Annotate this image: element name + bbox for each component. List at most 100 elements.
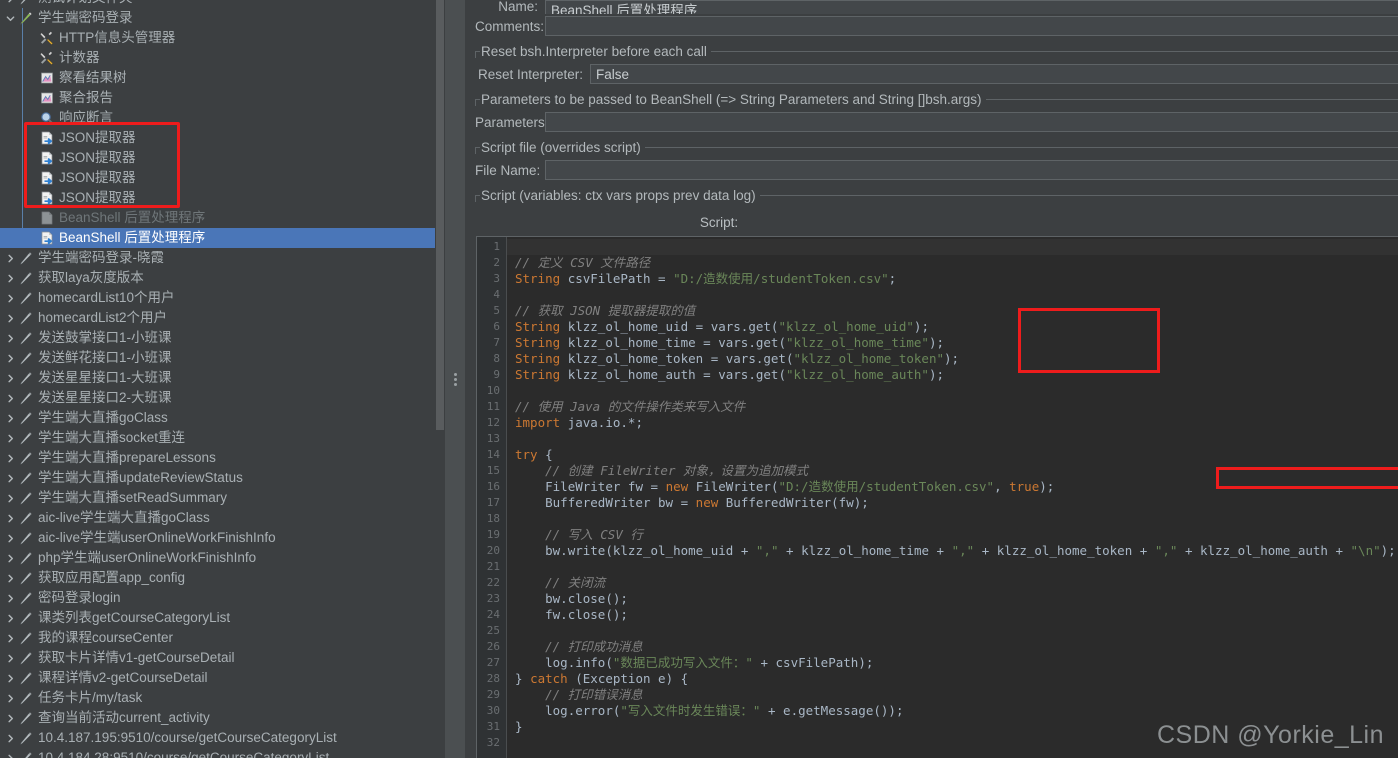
chevron-right-icon[interactable] <box>4 534 17 543</box>
parameters-input[interactable] <box>545 112 1398 132</box>
tree-row[interactable]: 学生端大直播goClass <box>0 408 444 428</box>
file-name-input[interactable] <box>545 160 1398 180</box>
pencil-icon <box>17 690 35 706</box>
tree-item-label: php学生端userOnlineWorkFinishInfo <box>38 550 257 565</box>
tree-row[interactable]: 10.4.187.195:9510/course/getCourseCatego… <box>0 728 444 748</box>
tree-scrollbar-thumb[interactable] <box>436 0 444 430</box>
tree-row[interactable]: BeanShell 后置处理程序 <box>0 208 444 228</box>
chevron-right-icon[interactable] <box>4 694 17 703</box>
line-number: 27 <box>486 656 500 669</box>
tree-row[interactable]: 计数器 <box>0 48 444 68</box>
chevron-right-icon[interactable] <box>4 734 17 743</box>
tree-row[interactable]: 学生端密码登录-晓霞 <box>0 248 444 268</box>
chevron-right-icon[interactable] <box>4 274 17 283</box>
tree-row[interactable]: 查询当前活动current_activity <box>0 708 444 728</box>
tree-row[interactable]: JSON提取器 <box>0 148 444 168</box>
reset-group-label: Reset bsh.Interpreter before each call <box>481 43 707 59</box>
tree-row[interactable]: 密码登录login <box>0 588 444 608</box>
chevron-right-icon[interactable] <box>4 454 17 463</box>
tree-row[interactable]: HTTP信息头管理器 <box>0 28 444 48</box>
chevron-right-icon[interactable] <box>4 434 17 443</box>
chevron-right-icon[interactable] <box>4 0 17 3</box>
chevron-right-icon[interactable] <box>4 354 17 363</box>
tree-row[interactable]: BeanShell 后置处理程序 <box>0 228 444 248</box>
chevron-right-icon[interactable] <box>4 474 17 483</box>
chevron-right-icon[interactable] <box>4 514 17 523</box>
editor-code-area[interactable]: // 定义 CSV 文件路径 String csvFilePath = "D:/造… <box>507 237 1398 758</box>
tree-row[interactable]: 学生端密码登录 <box>0 8 444 28</box>
tree-list[interactable]: 测试计划文件夹学生端密码登录 HTTP信息头管理器计数器察看结果树聚合报告响应断言… <box>0 0 444 758</box>
script-column-label: Script: <box>466 215 1398 235</box>
chevron-right-icon[interactable] <box>4 374 17 383</box>
reset-interpreter-input[interactable]: False <box>590 64 1398 84</box>
script-code-editor[interactable]: 1 2 3 4 5 6 7 8 9 10 11 12 13 14 15 16 17 18 19 20 21 22 23 24 2… <box>476 236 1398 758</box>
chevron-right-icon[interactable] <box>4 414 17 423</box>
name-label: Name: <box>498 0 538 14</box>
name-input[interactable]: BeanShell 后置处理程序 <box>545 0 1398 14</box>
tree-row[interactable]: 学生端大直播setReadSummary <box>0 488 444 508</box>
tree-row[interactable]: homecardList10个用户 <box>0 288 444 308</box>
tree-row[interactable]: 发送星星接口1-大班课 <box>0 368 444 388</box>
code-line: String klzz_ol_home_auth = vars.get("klz… <box>515 367 945 382</box>
group-divider <box>710 50 1398 52</box>
chevron-right-icon[interactable] <box>4 574 17 583</box>
postprocessor-icon <box>38 170 56 186</box>
tree-row[interactable]: 聚合报告 <box>0 88 444 108</box>
chevron-right-icon[interactable] <box>4 314 17 323</box>
chevron-right-icon[interactable] <box>4 254 17 263</box>
tree-row[interactable]: 发送星星接口2-大班课 <box>0 388 444 408</box>
chevron-right-icon[interactable] <box>4 654 17 663</box>
tree-row[interactable]: 察看结果树 <box>0 68 444 88</box>
tree-row[interactable]: homecardList2个用户 <box>0 308 444 328</box>
tree-item-label: aic-live学生端大直播goClass <box>38 510 210 525</box>
tree-row[interactable]: 获取laya灰度版本 <box>0 268 444 288</box>
chevron-right-icon[interactable] <box>4 634 17 643</box>
tree-item-label: 任务卡片/my/task <box>38 690 143 705</box>
chevron-right-icon[interactable] <box>4 294 17 303</box>
chevron-right-icon[interactable] <box>4 554 17 563</box>
chevron-right-icon[interactable] <box>4 754 17 758</box>
comments-input[interactable] <box>545 16 1398 36</box>
line-number: 30 <box>486 704 500 717</box>
tree-row[interactable]: 发送鼓掌接口1-小班课 <box>0 328 444 348</box>
parameters-row: Parameters: <box>466 110 1398 134</box>
tree-scrollbar[interactable] <box>435 0 444 758</box>
tree-row[interactable]: 课类列表getCourseCategoryList <box>0 608 444 628</box>
tree-item-label: 学生端大直播prepareLessons <box>38 450 216 465</box>
tree-row[interactable]: JSON提取器 <box>0 188 444 208</box>
chevron-right-icon[interactable] <box>4 674 17 683</box>
tree-row[interactable]: 获取应用配置app_config <box>0 568 444 588</box>
code-line: log.error("写入文件时发生错误：" + e.getMessage())… <box>545 703 904 718</box>
tree-row[interactable]: JSON提取器 <box>0 168 444 188</box>
chevron-right-icon[interactable] <box>4 714 17 723</box>
chevron-right-icon[interactable] <box>4 334 17 343</box>
tree-row[interactable]: aic-live学生端大直播goClass <box>0 508 444 528</box>
panel-splitter[interactable] <box>444 0 466 758</box>
test-plan-tree-panel[interactable]: 测试计划文件夹学生端密码登录 HTTP信息头管理器计数器察看结果树聚合报告响应断言… <box>0 0 444 758</box>
chevron-right-icon[interactable] <box>4 394 17 403</box>
chevron-down-icon[interactable] <box>4 14 17 23</box>
chevron-right-icon[interactable] <box>4 614 17 623</box>
tree-row[interactable]: 10.4.184.28:9510/course/getCourseCategor… <box>0 748 444 758</box>
tree-row[interactable]: 响应断言 <box>0 108 444 128</box>
tree-item-label: 密码登录login <box>38 590 121 605</box>
line-number: 28 <box>486 672 500 685</box>
tree-row[interactable]: 获取卡片详情v1-getCourseDetail <box>0 648 444 668</box>
chevron-right-icon[interactable] <box>4 594 17 603</box>
tree-row[interactable]: JSON提取器 <box>0 128 444 148</box>
tree-row[interactable]: 发送鲜花接口1-小班课 <box>0 348 444 368</box>
code-line: bw.write(klzz_ol_home_uid + "," + klzz_o… <box>545 543 1396 558</box>
tree-row[interactable]: 学生端大直播updateReviewStatus <box>0 468 444 488</box>
tree-row[interactable]: 学生端大直播socket重连 <box>0 428 444 448</box>
chevron-right-icon[interactable] <box>4 494 17 503</box>
tree-row-clipped[interactable]: 测试计划文件夹 <box>0 0 444 8</box>
tree-row[interactable]: 我的课程courseCenter <box>0 628 444 648</box>
tree-row[interactable]: 学生端大直播prepareLessons <box>0 448 444 468</box>
tree-row[interactable]: 任务卡片/my/task <box>0 688 444 708</box>
tree-row[interactable]: php学生端userOnlineWorkFinishInfo <box>0 548 444 568</box>
chart-icon <box>38 90 56 106</box>
line-number: 14 <box>486 448 500 461</box>
tree-row[interactable]: 课程详情v2-getCourseDetail <box>0 668 444 688</box>
tree-row[interactable]: aic-live学生端userOnlineWorkFinishInfo <box>0 528 444 548</box>
